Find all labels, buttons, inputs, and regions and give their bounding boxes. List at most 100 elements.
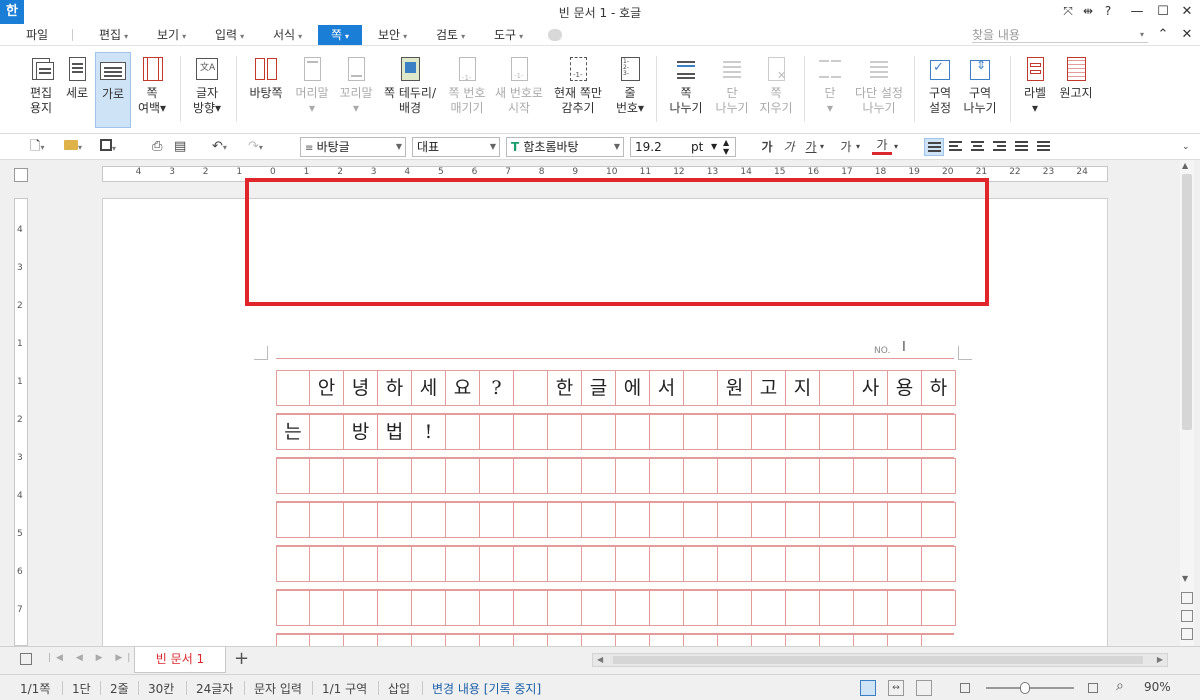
chevron-down-icon[interactable]: ▾ <box>856 139 860 155</box>
open-folder-icon[interactable]: ▾ <box>64 139 82 155</box>
chevron-down-icon[interactable]: ▾ <box>894 139 898 155</box>
left-align-button[interactable] <box>946 138 966 156</box>
header-button[interactable]: 머리말 ▾ <box>292 52 332 128</box>
text-direction-button[interactable]: 文A 글자 방향▾ <box>188 52 226 128</box>
redo-icon[interactable]: ↷▾ <box>248 139 263 155</box>
bold-button[interactable]: 가 <box>757 137 777 157</box>
justify-align-button[interactable] <box>924 138 944 156</box>
maximize-button[interactable]: ☐ <box>1150 2 1176 22</box>
menu-page[interactable]: 쪽 ▾ <box>318 25 362 45</box>
label-button[interactable]: 라벨 ▾ <box>1018 52 1052 128</box>
font-name-select[interactable]: T 함초롬바탕 ▼ <box>506 137 624 157</box>
horizontal-scrollbar[interactable]: ◀ ▶ <box>592 653 1168 667</box>
zoom-slider-thumb[interactable] <box>1020 682 1030 694</box>
view-page-icon[interactable] <box>860 680 876 696</box>
minimize-button[interactable]: — <box>1124 2 1150 22</box>
column-break-button[interactable]: 단 나누기 <box>710 52 754 128</box>
font-size-value: 19.2 <box>635 140 662 154</box>
print-icon[interactable]: ⎙ <box>152 139 162 155</box>
status-input-mode[interactable]: 문자 입력 <box>254 680 302 697</box>
next-page-icon[interactable] <box>1181 628 1193 640</box>
page-break-button[interactable]: 쪽 나누기 <box>664 52 708 128</box>
section-break-button[interactable]: ⇕ 구역 나누기 <box>962 52 998 128</box>
magnifier-icon[interactable]: ⌕ <box>1116 678 1124 694</box>
preview-icon[interactable]: ▤ <box>174 139 186 155</box>
chevron-down-icon[interactable]: ▾ <box>820 139 824 155</box>
tab-document-1[interactable]: 빈 문서 1 <box>134 647 226 673</box>
section-setup-button[interactable]: ✓ 구역 설정 <box>922 52 958 128</box>
hide-current-page-button[interactable]: -1- 현재 쪽만 감추기 <box>548 52 608 128</box>
scroll-right-icon[interactable]: ▶ <box>1157 655 1163 664</box>
new-number-button[interactable]: -1- 새 번호로 시작 <box>494 52 544 128</box>
toolbar-expand-icon[interactable]: ⌄ <box>1182 139 1190 155</box>
split-align-button[interactable] <box>1034 138 1054 156</box>
status-track-changes[interactable]: 변경 내용 [기록 중지] <box>432 680 541 697</box>
page-margin-button[interactable]: 쪽 여백▾ <box>134 52 170 128</box>
center-align-button[interactable] <box>968 138 988 156</box>
menu-security[interactable]: 보안 ▾ <box>374 25 411 45</box>
undo-icon[interactable]: ↶▾ <box>212 139 227 155</box>
prev-page-icon[interactable] <box>1181 592 1193 604</box>
scroll-down-icon[interactable]: ▼ <box>1182 574 1188 583</box>
zoom-out-icon[interactable] <box>960 683 970 693</box>
new-document-icon[interactable]: 🗋▾ <box>30 139 44 155</box>
resize-icon[interactable]: ⇹ <box>1078 4 1098 19</box>
menu-review[interactable]: 검토 ▾ <box>432 25 469 45</box>
menu-file[interactable]: 파일 <box>22 25 52 45</box>
scroll-thumb[interactable] <box>1182 174 1192 430</box>
manuscript-button[interactable]: 원고지 <box>1056 52 1096 128</box>
save-icon[interactable]: ▾ <box>100 139 116 155</box>
fit-page-icon[interactable] <box>916 680 932 696</box>
spinner-icon[interactable]: ▲ ▼ <box>723 138 729 156</box>
strikethrough-button[interactable]: 가 <box>836 137 856 157</box>
page-border-button[interactable]: 쪽 테두리/ 배경 <box>380 52 440 128</box>
scroll-left-icon[interactable]: ◀ <box>597 655 603 664</box>
doc-close-icon[interactable]: ✕ <box>1174 25 1200 45</box>
delete-page-button[interactable]: ✕ 쪽 지우기 <box>756 52 796 128</box>
status-insert-mode[interactable]: 삽입 <box>388 680 410 697</box>
help-icon[interactable]: ? <box>1098 4 1118 19</box>
menu-format[interactable]: 서식 ▾ <box>269 25 306 45</box>
italic-button[interactable]: 가 <box>779 137 799 157</box>
edit-paper-button[interactable]: 편집 용지 <box>22 52 60 128</box>
footer-button[interactable]: 꼬리말 ▾ <box>336 52 376 128</box>
scroll-up-icon[interactable]: ▲ <box>1182 161 1188 170</box>
line-number-button[interactable]: 1- 2- 3- 줄 번호▾ <box>612 52 648 128</box>
fullscreen-icon[interactable]: ⤧ <box>1058 4 1078 19</box>
ruler-label: 1 <box>17 339 23 349</box>
multi-column-button[interactable]: 다단 설정 나누기 <box>852 52 906 128</box>
menu-tools[interactable]: 도구 ▾ <box>490 25 527 45</box>
find-input[interactable]: 찾을 내용 ▾ <box>972 27 1148 43</box>
font-size-select[interactable]: 19.2 pt ▼ ▲ ▼ <box>630 137 736 157</box>
add-tab-icon[interactable]: + <box>234 649 249 669</box>
ribbon-collapse-icon[interactable]: ⌃ <box>1150 25 1176 45</box>
distribute-align-button[interactable] <box>1012 138 1032 156</box>
zoom-slider-track[interactable] <box>986 687 1074 689</box>
chevron-down-icon: ▼ <box>711 142 718 151</box>
vertical-ruler[interactable]: 4 3 2 1 1 2 3 4 5 6 7 <box>14 198 28 646</box>
menu-insert[interactable]: 입력 ▾ <box>211 25 248 45</box>
columns-button[interactable]: 단 ▾ <box>812 52 848 128</box>
landscape-button[interactable]: 가로 <box>95 52 131 128</box>
zoom-level[interactable]: 90% <box>1144 680 1171 694</box>
tab-list-icon[interactable] <box>20 653 32 665</box>
zoom-in-icon[interactable] <box>1088 683 1098 693</box>
style-select[interactable]: ≡ 바탕글 ▼ <box>300 137 406 157</box>
page-nav-icon[interactable] <box>1181 610 1193 622</box>
ruler-corner[interactable] <box>14 168 28 182</box>
fit-width-icon[interactable]: ↔ <box>888 680 904 696</box>
tab-nav-icons[interactable]: |◀ ◀ ▶ ▶| <box>48 653 135 663</box>
close-button[interactable]: ✕ <box>1174 2 1200 22</box>
font-color-button[interactable]: 가 <box>872 137 892 155</box>
vertical-scrollbar[interactable]: ▲ ▼ <box>1180 160 1194 646</box>
right-align-button[interactable] <box>990 138 1010 156</box>
portrait-button[interactable]: 세로 <box>62 52 92 128</box>
underline-button[interactable]: 가 <box>801 137 821 157</box>
font-language-select[interactable]: 대표 ▼ <box>412 137 500 157</box>
scroll-thumb[interactable] <box>613 656 1143 664</box>
master-page-button[interactable]: 바탕쪽 <box>244 52 288 128</box>
menu-view[interactable]: 보기 ▾ <box>153 25 190 45</box>
menu-edit[interactable]: 편집 ▾ <box>95 25 132 45</box>
page-number-button[interactable]: -1- 쪽 번호 매기기 <box>444 52 490 128</box>
chevron-down-icon[interactable]: ▾ <box>1140 27 1144 43</box>
